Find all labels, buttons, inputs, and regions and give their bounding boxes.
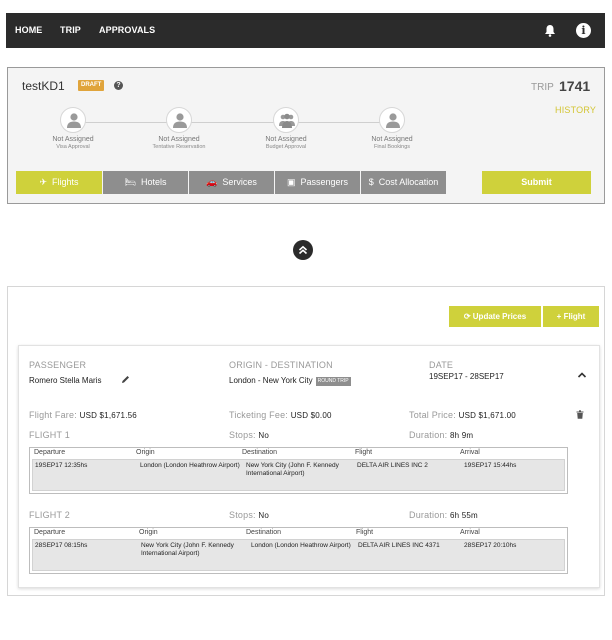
step-label: Tentative Reservation — [152, 144, 206, 150]
flight-booking-card: PASSENGER Romero Stella Maris ORIGIN - D… — [18, 345, 600, 588]
table-row: 28SEP17 08:15hs New York City (John F. K… — [32, 539, 565, 571]
trip-label: TRIP — [531, 82, 554, 93]
flights-panel: ⟳ Update Prices + Flight PASSENGER Romer… — [7, 286, 605, 596]
update-prices-button[interactable]: ⟳ Update Prices — [449, 306, 541, 327]
date-label: DATE — [429, 360, 454, 370]
trip-type-badge: ROUND TRIP — [315, 377, 351, 386]
group-icon — [279, 113, 295, 128]
user-icon — [386, 113, 400, 128]
tab-hotels[interactable]: 🛏 Hotels — [103, 171, 188, 194]
collapse-toggle-button[interactable] — [293, 240, 313, 260]
fare-row: Flight Fare: USD $1,671.56 — [29, 410, 137, 420]
flight-1-title: FLIGHT 1 — [29, 430, 70, 440]
step-tentative-reservation: Not Assigned Tentative Reservation — [129, 107, 229, 150]
step-label: Visa Approval — [56, 144, 90, 150]
tab-passengers[interactable]: ▣ Passengers — [275, 171, 360, 194]
step-visa-approval: Not Assigned Visa Approval — [23, 107, 123, 150]
chevron-up-icon[interactable] — [577, 370, 587, 380]
step-status: Not Assigned — [371, 136, 413, 143]
trip-header-panel: testKD1 DRAFT ? TRIP 1741 HISTORY Not As… — [7, 67, 605, 204]
double-chevron-up-icon — [298, 245, 308, 255]
trash-icon[interactable] — [576, 410, 584, 419]
passenger-name: Romero Stella Maris — [29, 376, 102, 385]
tab-services[interactable]: 🚗 Services — [189, 171, 274, 194]
segment-table-header: Departure Origin Destination Flight Arri… — [30, 528, 567, 539]
luggage-icon: ▣ — [286, 177, 296, 187]
info-icon[interactable]: i — [576, 23, 591, 38]
plus-icon: + — [556, 312, 564, 321]
flight-2-duration: Duration: 6h 55m — [409, 510, 478, 520]
add-flight-button[interactable]: + Flight — [543, 306, 599, 327]
passenger-label: PASSENGER — [29, 360, 87, 370]
step-status: Not Assigned — [158, 136, 200, 143]
dollar-icon: $ — [368, 177, 374, 187]
help-icon[interactable]: ? — [114, 81, 123, 90]
flight-2-stops: Stops: No — [229, 510, 270, 520]
table-row: 19SEP17 12:35hs London (London Heathrow … — [32, 459, 565, 491]
status-badge: DRAFT — [78, 80, 105, 91]
flight-1-segment-table: Departure Origin Destination Flight Arri… — [29, 447, 568, 494]
step-label: Final Bookings — [373, 144, 411, 150]
trip-dates: 19SEP17 - 28SEP17 — [429, 372, 504, 381]
bed-icon: 🛏 — [124, 177, 136, 187]
nav-trip[interactable]: TRIP — [60, 25, 81, 35]
origin-destination-label: ORIGIN - DESTINATION — [229, 360, 333, 370]
flight-1-duration: Duration: 8h 9m — [409, 430, 474, 440]
ticketing-fee-row: Ticketing Fee: USD $0.00 — [229, 410, 332, 420]
plane-icon: ✈ — [39, 177, 48, 187]
origin-destination: London - New York City ROUND TRIP — [229, 376, 351, 386]
top-nav-bar: HOME TRIP APPROVALS i — [6, 13, 605, 48]
nav-home[interactable]: HOME — [15, 25, 42, 35]
submit-button[interactable]: Submit — [482, 171, 591, 194]
trip-number: 1741 — [559, 78, 591, 94]
step-final-bookings: Not Assigned Final Bookings — [342, 107, 442, 150]
step-budget-approval: Not Assigned Budget Approval — [236, 107, 336, 150]
flight-1-stops: Stops: No — [229, 430, 270, 440]
flight-2-title: FLIGHT 2 — [29, 510, 70, 520]
step-status: Not Assigned — [265, 136, 307, 143]
car-icon: 🚗 — [206, 177, 218, 187]
flight-2-segment-table: Departure Origin Destination Flight Arri… — [29, 527, 568, 574]
refresh-icon: ⟳ — [463, 312, 473, 321]
history-link[interactable]: HISTORY — [555, 105, 596, 115]
tab-cost-allocation[interactable]: $ Cost Allocation — [361, 171, 446, 194]
user-icon — [67, 113, 81, 128]
tab-flights[interactable]: ✈ Flights — [16, 171, 102, 194]
trip-name: testKD1 — [22, 79, 65, 93]
step-label: Budget Approval — [265, 144, 307, 150]
user-icon — [173, 113, 187, 128]
pencil-icon[interactable] — [121, 375, 130, 384]
total-price-row: Total Price: USD $1,671.00 — [409, 410, 516, 420]
step-status: Not Assigned — [52, 136, 94, 143]
segment-table-header: Departure Origin Destination Flight Arri… — [30, 448, 567, 459]
bell-icon[interactable] — [544, 24, 556, 37]
nav-approvals[interactable]: APPROVALS — [99, 25, 155, 35]
